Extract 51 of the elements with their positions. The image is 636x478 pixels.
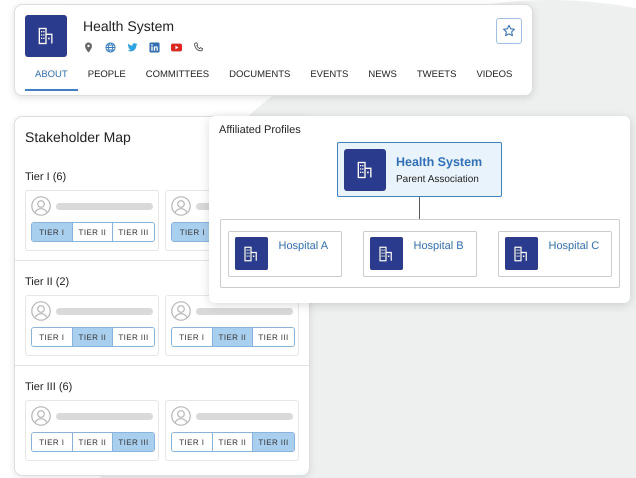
section-heading: Tier I (6)	[25, 171, 68, 183]
star-icon	[502, 24, 516, 38]
node-title: Hospital A	[278, 240, 328, 252]
avatar-icon	[31, 301, 51, 321]
tier-toggle[interactable]: TIER III	[113, 433, 154, 451]
star-button[interactable]	[496, 18, 522, 44]
tier-toggle[interactable]: TIER I	[32, 328, 73, 346]
card-title: Affiliated Profiles	[219, 124, 301, 136]
tier-toggle[interactable]: TIER II	[212, 328, 254, 346]
avatar-icon	[31, 406, 51, 426]
tab[interactable]: PEOPLE	[78, 65, 136, 91]
globe-icon[interactable]	[105, 42, 116, 53]
avatar-icon	[171, 406, 191, 426]
building-icon	[504, 237, 538, 270]
tier-toggle[interactable]: TIER I	[172, 328, 213, 346]
child-node[interactable]: Hospital A	[228, 230, 342, 276]
tab[interactable]: DOCUMENTS	[219, 65, 300, 91]
tab[interactable]: VIDEOS	[466, 65, 522, 91]
avatar-icon	[171, 196, 191, 216]
building-icon	[25, 15, 67, 57]
tab[interactable]: EVENTS	[300, 65, 358, 91]
tier-toggle[interactable]: TIER II	[72, 328, 114, 346]
tab[interactable]: COMMITTEES	[136, 65, 220, 91]
avatar-icon	[31, 196, 51, 216]
tab[interactable]: TWEETS	[406, 65, 466, 91]
tier-toggle[interactable]: TIER I	[32, 223, 73, 241]
node-title: Hospital C	[548, 240, 600, 252]
tab[interactable]: NEWS	[358, 65, 407, 91]
tier-toggle[interactable]: TIER I	[32, 433, 73, 451]
play-icon[interactable]	[171, 42, 182, 53]
child-node[interactable]: Hospital B	[362, 230, 476, 276]
avatar-icon	[171, 301, 191, 321]
tab[interactable]: ABOUT	[25, 65, 78, 91]
phone-icon[interactable]	[193, 42, 204, 53]
node-subtitle: Parent Association	[396, 174, 480, 184]
building-icon	[344, 148, 386, 190]
parent-node[interactable]: Health System Parent Association	[337, 142, 502, 197]
bird-icon[interactable]	[127, 42, 138, 53]
location-pin-icon[interactable]	[83, 42, 94, 53]
tier-toggle[interactable]: TIER III	[253, 433, 294, 451]
child-node[interactable]: Hospital C	[498, 230, 612, 276]
profile-title: Health System	[83, 18, 176, 34]
section-heading: Tier II (2)	[25, 276, 70, 288]
card-title: Stakeholder Map	[25, 129, 131, 145]
building-icon	[370, 237, 402, 270]
node-title: Hospital B	[414, 240, 464, 252]
node-title: Health System	[396, 154, 482, 168]
section-heading: Tier III (6)	[25, 381, 74, 393]
linkedin-icon[interactable]	[149, 42, 160, 53]
tier-toggle[interactable]: TIER I	[172, 433, 213, 451]
building-icon	[234, 237, 268, 270]
